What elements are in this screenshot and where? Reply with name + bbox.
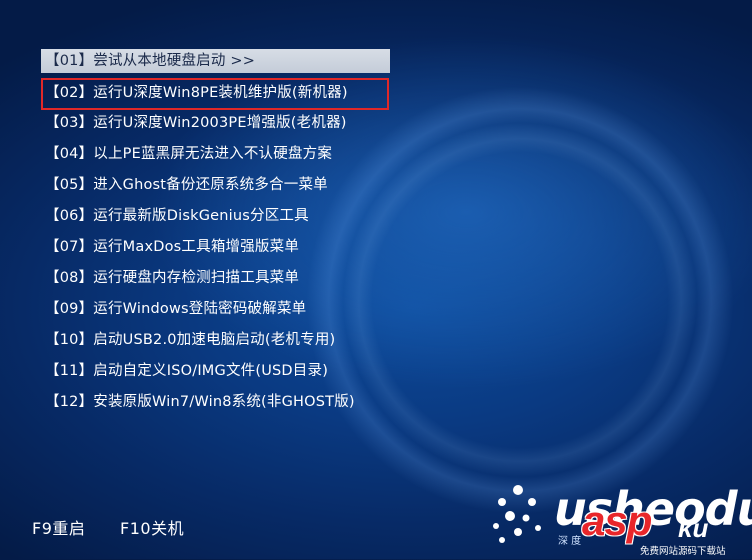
watermark-subtitle: 免费网站源码下载站 (640, 546, 726, 557)
menu-item-09[interactable]: 【09】运行Windows登陆密码破解菜单 (41, 297, 391, 328)
aspku-watermark: asp ku 免费网站源码下载站 (582, 497, 752, 559)
menu-item-05[interactable]: 【05】进入Ghost备份还原系统多合一菜单 (41, 173, 391, 204)
menu-item-06[interactable]: 【06】运行最新版DiskGenius分区工具 (41, 204, 391, 235)
menu-item-02[interactable]: 【02】运行U深度Win8PE装机维护版(新机器) (41, 78, 389, 110)
menu-item-12[interactable]: 【12】安装原版Win7/Win8系统(非GHOST版) (41, 390, 391, 421)
logo-dots-icon (493, 485, 541, 543)
menu-item-11[interactable]: 【11】启动自定义ISO/IMG文件(USD目录) (41, 359, 391, 390)
logo-subtitle: 深 度 (558, 536, 582, 547)
menu-item-03[interactable]: 【03】运行U深度Win2003PE增强版(老机器) (41, 111, 391, 142)
boot-menu: 【01】尝试从本地硬盘启动 >> 【02】运行U深度Win8PE装机维护版(新机… (41, 49, 391, 421)
watermark-brand: asp (582, 497, 652, 544)
menu-item-10[interactable]: 【10】启动USB2.0加速电脑启动(老机专用) (41, 328, 391, 359)
menu-item-07[interactable]: 【07】运行MaxDos工具箱增强版菜单 (41, 235, 391, 266)
menu-item-08[interactable]: 【08】运行硬盘内存检测扫描工具菜单 (41, 266, 391, 297)
shutdown-key-hint[interactable]: F10关机 (120, 515, 184, 539)
watermark-tld: ku (678, 513, 709, 543)
reboot-key-hint[interactable]: F9重启 (32, 515, 85, 539)
menu-item-01[interactable]: 【01】尝试从本地硬盘启动 >> (41, 49, 390, 73)
menu-item-04[interactable]: 【04】以上PE蓝黑屏无法进入不认硬盘方案 (41, 142, 391, 173)
